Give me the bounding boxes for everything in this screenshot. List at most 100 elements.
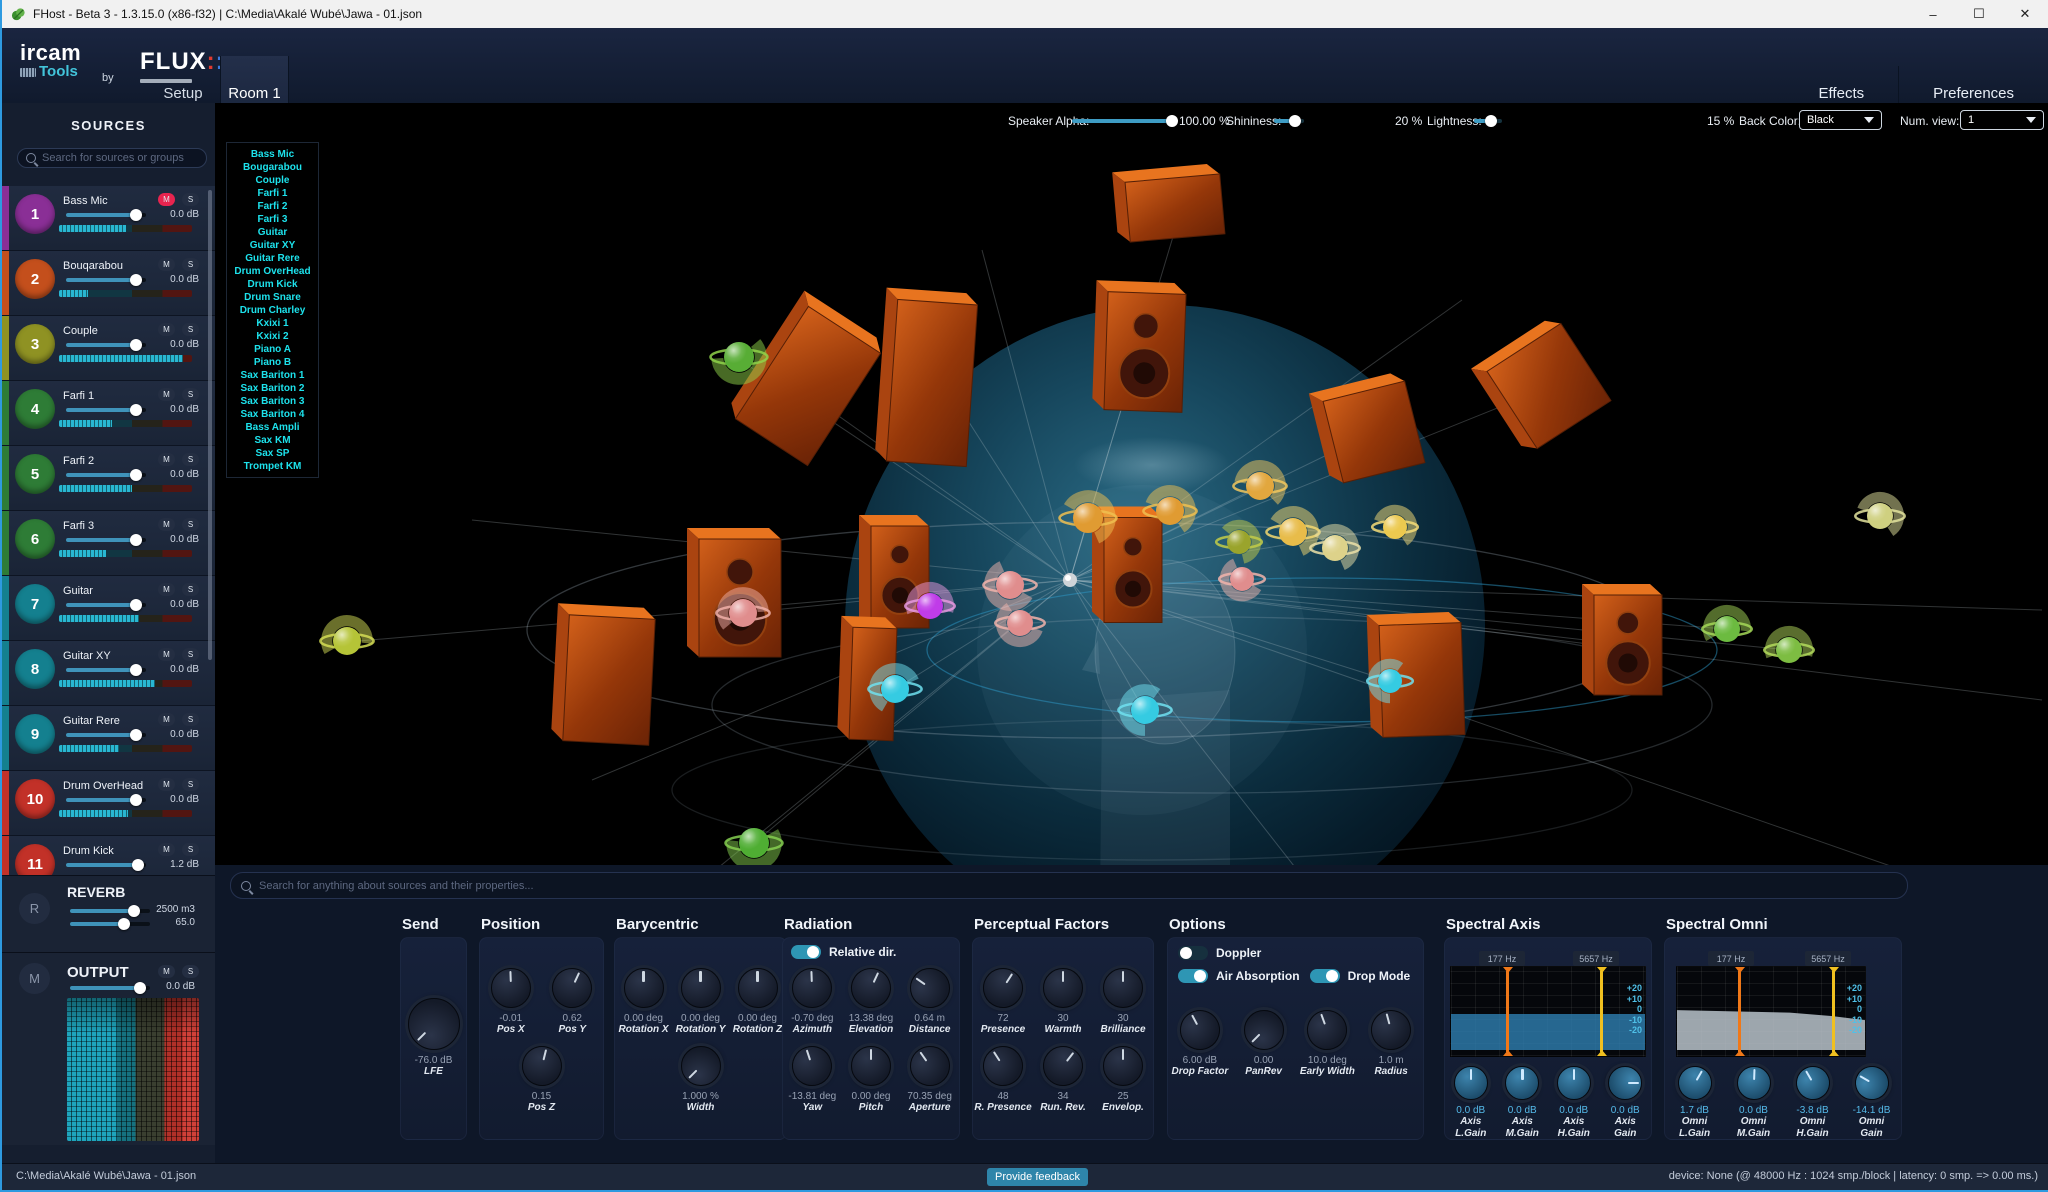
overlay-source-name[interactable]: Farfi 1	[227, 187, 318, 200]
output-gain-slider[interactable]	[70, 986, 150, 990]
gain-slider-thumb[interactable]	[130, 339, 142, 351]
overlay-source-name[interactable]: Guitar Rere	[227, 252, 318, 265]
perceptual-knob[interactable]: 30 Warmth	[1035, 968, 1091, 1036]
solo-button[interactable]: S	[182, 453, 199, 466]
options-knob[interactable]: 10.0 deg Early Width	[1299, 1010, 1355, 1078]
mute-button[interactable]: M	[158, 193, 175, 206]
minimize-button[interactable]: –	[1910, 0, 1956, 28]
mute-button[interactable]: M	[158, 583, 175, 596]
overlay-source-name[interactable]: Guitar XY	[227, 239, 318, 252]
overlay-source-name[interactable]: Sax KM	[227, 434, 318, 447]
omni-low-freq-marker[interactable]	[1738, 971, 1741, 1052]
relative-dir-toggle[interactable]: Relative dir.	[791, 945, 896, 959]
omni-high-freq-marker[interactable]	[1832, 971, 1835, 1052]
spectral-omni-knob[interactable]: -3.8 dB Omni H.Gain	[1788, 1066, 1838, 1140]
overlay-source-name[interactable]: Kxixi 2	[227, 330, 318, 343]
options-knob[interactable]: 0.00 PanRev	[1236, 1010, 1292, 1078]
solo-button[interactable]: S	[182, 583, 199, 596]
options-knob[interactable]: 6.00 dB Drop Factor	[1172, 1010, 1228, 1078]
spectral-axis-knob[interactable]: 0.0 dB Axis L.Gain	[1446, 1066, 1496, 1140]
source-row[interactable]: 4 Farfi 1 M S 0.0 dB	[2, 381, 215, 445]
num-view-dropdown[interactable]: 1	[1960, 110, 2044, 130]
maximize-button[interactable]: ☐	[1956, 0, 2002, 28]
source-row[interactable]: 1 Bass Mic M S 0.0 dB	[2, 186, 215, 250]
gain-slider[interactable]	[66, 278, 146, 282]
overlay-source-name[interactable]: Farfi 3	[227, 213, 318, 226]
spectral-axis-knob[interactable]: 0.0 dB Axis Gain	[1600, 1066, 1650, 1140]
position-knob[interactable]: 0.15 Pos Z	[514, 1046, 570, 1114]
output-mute-button[interactable]: M	[158, 965, 175, 978]
overlay-source-name[interactable]: Guitar	[227, 226, 318, 239]
solo-button[interactable]: S	[182, 323, 199, 336]
close-button[interactable]: ✕	[2002, 0, 2048, 28]
position-knob[interactable]: 0.62 Pos Y	[544, 968, 600, 1036]
shininess-slider[interactable]	[1274, 119, 1304, 123]
perceptual-knob[interactable]: 34 Run. Rev.	[1035, 1046, 1091, 1114]
perceptual-knob[interactable]: 48 R. Presence	[975, 1046, 1031, 1114]
gain-slider-thumb[interactable]	[130, 729, 142, 741]
overlay-source-name[interactable]: Drum Charley	[227, 304, 318, 317]
barycentric-knob[interactable]: 0.00 deg Rotation Y	[673, 968, 729, 1036]
mute-button[interactable]: M	[158, 453, 175, 466]
gain-slider[interactable]	[66, 668, 146, 672]
reverb-time-slider[interactable]	[70, 922, 150, 926]
source-row[interactable]: 10 Drum OverHead M S 0.0 dB	[2, 771, 215, 835]
spectral-omni-knob[interactable]: -14.1 dB Omni Gain	[1847, 1066, 1897, 1140]
solo-button[interactable]: S	[182, 193, 199, 206]
overlay-source-name[interactable]: Bougarabou	[227, 161, 318, 174]
solo-button[interactable]: S	[182, 258, 199, 271]
mute-button[interactable]: M	[158, 323, 175, 336]
solo-button[interactable]: S	[182, 778, 199, 791]
gain-slider[interactable]	[66, 538, 146, 542]
spectral-omni-knob[interactable]: 1.7 dB Omni L.Gain	[1670, 1066, 1720, 1140]
gain-slider-thumb[interactable]	[130, 209, 142, 221]
reverb-size-slider[interactable]	[70, 909, 150, 913]
provide-feedback-button[interactable]: Provide feedback	[987, 1168, 1088, 1186]
spectral-axis-graph[interactable]: +20+100-10-20	[1450, 966, 1646, 1057]
overlay-source-name[interactable]: Kxixi 1	[227, 317, 318, 330]
gain-slider[interactable]	[66, 733, 146, 737]
perceptual-knob[interactable]: 25 Envelop.	[1095, 1046, 1151, 1114]
overlay-source-name[interactable]: Piano A	[227, 343, 318, 356]
room-3d-scene[interactable]	[215, 103, 2048, 865]
radiation-knob[interactable]: 0.00 deg Pitch	[843, 1046, 899, 1114]
gain-slider[interactable]	[66, 473, 146, 477]
overlay-source-name[interactable]: Sax Bariton 3	[227, 395, 318, 408]
source-row[interactable]: 9 Guitar Rere M S 0.0 dB	[2, 706, 215, 770]
sources-search-input[interactable]	[42, 152, 198, 164]
overlay-source-name[interactable]: Sax Bariton 4	[227, 408, 318, 421]
sidebar-scrollbar[interactable]	[208, 190, 212, 660]
source-row[interactable]: 11 Drum Kick M S 1.2 dB	[2, 836, 215, 875]
radiation-knob[interactable]: 13.38 deg Elevation	[843, 968, 899, 1036]
mute-button[interactable]: M	[158, 648, 175, 661]
reverb-badge[interactable]: R	[19, 893, 50, 924]
output-badge[interactable]: M	[19, 963, 50, 994]
overlay-source-name[interactable]: Drum OverHead	[227, 265, 318, 278]
overlay-source-name[interactable]: Farfi 2	[227, 200, 318, 213]
room-3d-viewport[interactable]: Bass MicBougarabouCoupleFarfi 1Farfi 2Fa…	[215, 103, 2048, 865]
source-row[interactable]: 3 Couple M S 0.0 dB	[2, 316, 215, 380]
solo-button[interactable]: S	[182, 648, 199, 661]
perceptual-knob[interactable]: 30 Brilliance	[1095, 968, 1151, 1036]
gain-slider[interactable]	[66, 603, 146, 607]
radiation-knob[interactable]: -13.81 deg Yaw	[784, 1046, 840, 1114]
perceptual-knob[interactable]: 72 Presence	[975, 968, 1031, 1036]
gain-slider-thumb[interactable]	[130, 534, 142, 546]
overlay-source-name[interactable]: Bass Ampli	[227, 421, 318, 434]
solo-button[interactable]: S	[182, 518, 199, 531]
overlay-source-name[interactable]: Sax SP	[227, 447, 318, 460]
output-solo-button[interactable]: S	[182, 965, 199, 978]
gain-slider-thumb[interactable]	[132, 859, 144, 871]
gain-slider[interactable]	[66, 213, 146, 217]
mute-button[interactable]: M	[158, 778, 175, 791]
option-toggle[interactable]: Air Absorption	[1178, 969, 1300, 983]
barycentric-knob[interactable]: 1.000 % Width	[673, 1046, 729, 1114]
source-row[interactable]: 5 Farfi 2 M S 0.0 dB	[2, 446, 215, 510]
source-row[interactable]: 7 Guitar M S 0.0 dB	[2, 576, 215, 640]
spectral-omni-knob[interactable]: 0.0 dB Omni M.Gain	[1729, 1066, 1779, 1140]
axis-low-freq-marker[interactable]	[1506, 971, 1509, 1052]
spectral-omni-graph[interactable]: +20+100-10-20	[1676, 966, 1866, 1057]
gain-slider[interactable]	[66, 798, 146, 802]
gain-slider-thumb[interactable]	[130, 404, 142, 416]
gain-slider-thumb[interactable]	[130, 599, 142, 611]
